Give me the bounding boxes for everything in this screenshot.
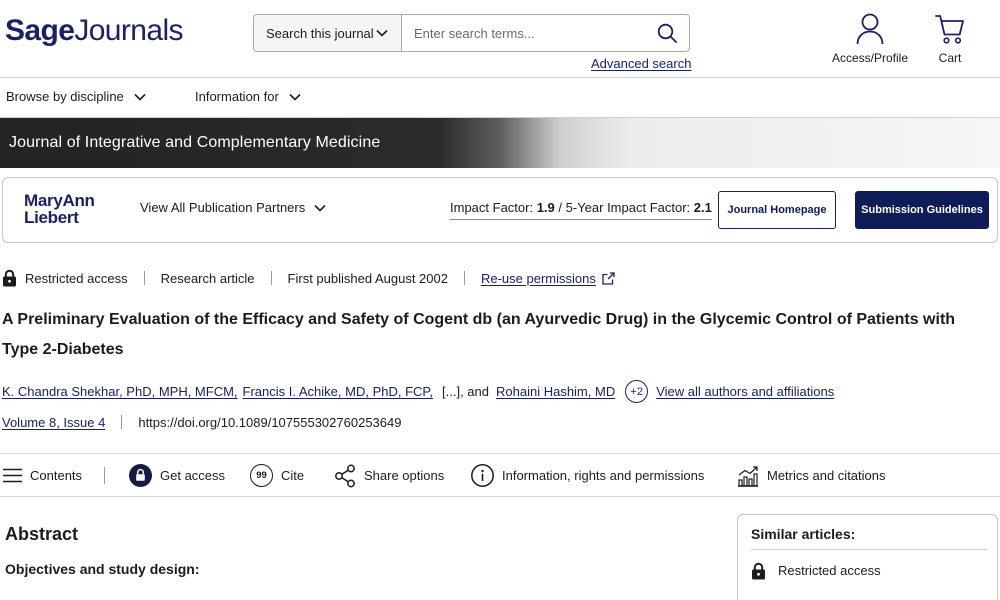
more-authors-badge[interactable]: +2 — [625, 380, 649, 403]
toolbar-cite[interactable]: 99 Cite — [250, 464, 304, 487]
sidebar-divider — [751, 549, 988, 550]
meta-divider — [143, 271, 145, 285]
chevron-down-icon — [134, 93, 146, 101]
cart-icon — [935, 15, 964, 44]
five-year-impact-value: 2.1 — [693, 200, 712, 215]
doi: https://doi.org/10.1089/1075553027602536… — [138, 414, 402, 430]
search-scope-dropdown[interactable]: Search this journal — [254, 15, 402, 51]
info-icon — [471, 464, 494, 487]
article-meta: Restricted access Research article First… — [2, 269, 615, 287]
menu-icon — [3, 468, 22, 483]
journal-title[interactable]: Journal of Integrative and Complementary… — [9, 118, 380, 168]
author-list: K. Chandra Shekhar, PhD, MPH, MFCM, Fran… — [2, 380, 834, 403]
impact-factor-label: Impact Factor: — [450, 200, 534, 215]
meta-divider — [463, 271, 465, 285]
toolbar-label: Get access — [160, 468, 226, 483]
journal-banner: Journal of Integrative and Complementary… — [0, 118, 1000, 168]
logo-secondary: Journals — [74, 14, 183, 47]
search-scope-label: Search this journal — [266, 25, 374, 41]
external-link-icon[interactable] — [602, 271, 615, 285]
toolbar-label: Information, rights and permissions — [502, 468, 705, 483]
access-status: Restricted access — [25, 270, 128, 286]
toolbar-top-divider — [0, 453, 1000, 454]
cart-button[interactable]: Cart — [920, 13, 980, 65]
toolbar-label: Metrics and citations — [767, 468, 886, 483]
chevron-down-icon — [376, 29, 388, 37]
toolbar-get-access[interactable]: Get access — [129, 464, 225, 487]
view-all-authors-link[interactable]: View all authors and affiliations — [656, 384, 834, 399]
authors-truncation: [...], and — [442, 384, 489, 399]
publication-date: First published August 2002 — [287, 270, 448, 286]
similar-articles-panel: Similar articles: Restricted access — [737, 514, 998, 600]
meta-divider — [121, 415, 123, 429]
abstract-heading: Abstract — [5, 524, 79, 544]
chevron-down-icon — [314, 204, 326, 212]
nav-item-label: Information for — [195, 89, 279, 104]
access-status: Restricted access — [778, 563, 881, 578]
chevron-down-icon — [289, 93, 301, 101]
submission-guidelines-button[interactable]: Submission Guidelines — [855, 191, 989, 229]
impact-factor[interactable]: Impact Factor: 1.9 / 5-Year Impact Facto… — [450, 199, 712, 220]
toolbar-divider — [104, 467, 105, 484]
publisher-logo-line2: Liebert — [24, 208, 79, 227]
lock-icon — [3, 269, 16, 287]
toolbar-share-options[interactable]: Share options — [334, 464, 444, 487]
author-link[interactable]: K. Chandra Shekhar, PhD, MPH, MFCM, — [2, 384, 238, 399]
share-icon — [335, 464, 355, 487]
lock-circle-icon — [129, 464, 152, 487]
toolbar-metrics-citations[interactable]: Metrics and citations — [737, 464, 886, 487]
meta-divider — [270, 271, 272, 285]
metrics-icon — [738, 465, 758, 487]
toolbar-label: Contents — [30, 468, 83, 483]
author-link[interactable]: Francis I. Achike, MD, PhD, FCP, — [243, 384, 433, 399]
search-bar: Search this journal — [253, 14, 690, 52]
cart-label: Cart — [938, 51, 962, 65]
five-year-impact-label: / 5-Year Impact Factor: — [558, 200, 691, 215]
partners-label: View All Publication Partners — [140, 200, 306, 215]
toolbar-label: Cite — [281, 468, 305, 483]
volume-row: Volume 8, Issue 4 https://doi.org/10.108… — [2, 413, 401, 431]
view-publication-partners[interactable]: View All Publication Partners — [140, 199, 326, 217]
author-link[interactable]: Rohaini Hashim, MD — [496, 384, 615, 399]
nav-item-label: Browse by discipline — [6, 89, 124, 104]
publisher-bar: MaryAnn Liebert View All Publication Par… — [2, 177, 998, 243]
sage-journals-logo[interactable]: SageJournals — [5, 13, 184, 49]
toolbar-bottom-divider — [0, 496, 1000, 497]
search-input[interactable] — [402, 15, 645, 51]
publisher-logo[interactable]: MaryAnn Liebert — [24, 192, 95, 226]
nav-browse-by-discipline[interactable]: Browse by discipline — [6, 88, 146, 105]
similar-article-access: Restricted access — [751, 562, 881, 580]
nav-information-for[interactable]: Information for — [195, 88, 301, 105]
access-profile-button[interactable]: Access/Profile — [830, 13, 910, 65]
lock-icon — [752, 562, 765, 580]
quote-icon: 99 — [250, 464, 273, 487]
toolbar-contents[interactable]: Contents — [3, 464, 82, 487]
journal-homepage-button[interactable]: Journal Homepage — [718, 191, 836, 229]
toolbar-label: Share options — [364, 468, 445, 483]
person-icon — [856, 13, 884, 45]
logo-primary: Sage — [5, 14, 75, 47]
search-icon — [657, 23, 677, 43]
article-type: Research article — [160, 270, 255, 286]
reuse-permissions-link[interactable]: Re-use permissions — [481, 271, 596, 286]
search-button[interactable] — [645, 15, 689, 51]
publisher-logo-line1: MaryAnn — [24, 191, 95, 210]
toolbar-information-rights[interactable]: Information, rights and permissions — [471, 464, 704, 487]
advanced-search-link[interactable]: Advanced search — [591, 56, 691, 72]
similar-articles-heading: Similar articles: — [751, 526, 856, 542]
article-title: A Preliminary Evaluation of the Efficacy… — [2, 311, 956, 358]
volume-issue-link[interactable]: Volume 8, Issue 4 — [2, 415, 105, 430]
header-divider — [0, 77, 1000, 78]
abstract-section-heading: Objectives and study design: — [5, 561, 200, 577]
impact-factor-value: 1.9 — [536, 200, 555, 215]
access-profile-label: Access/Profile — [831, 51, 909, 65]
